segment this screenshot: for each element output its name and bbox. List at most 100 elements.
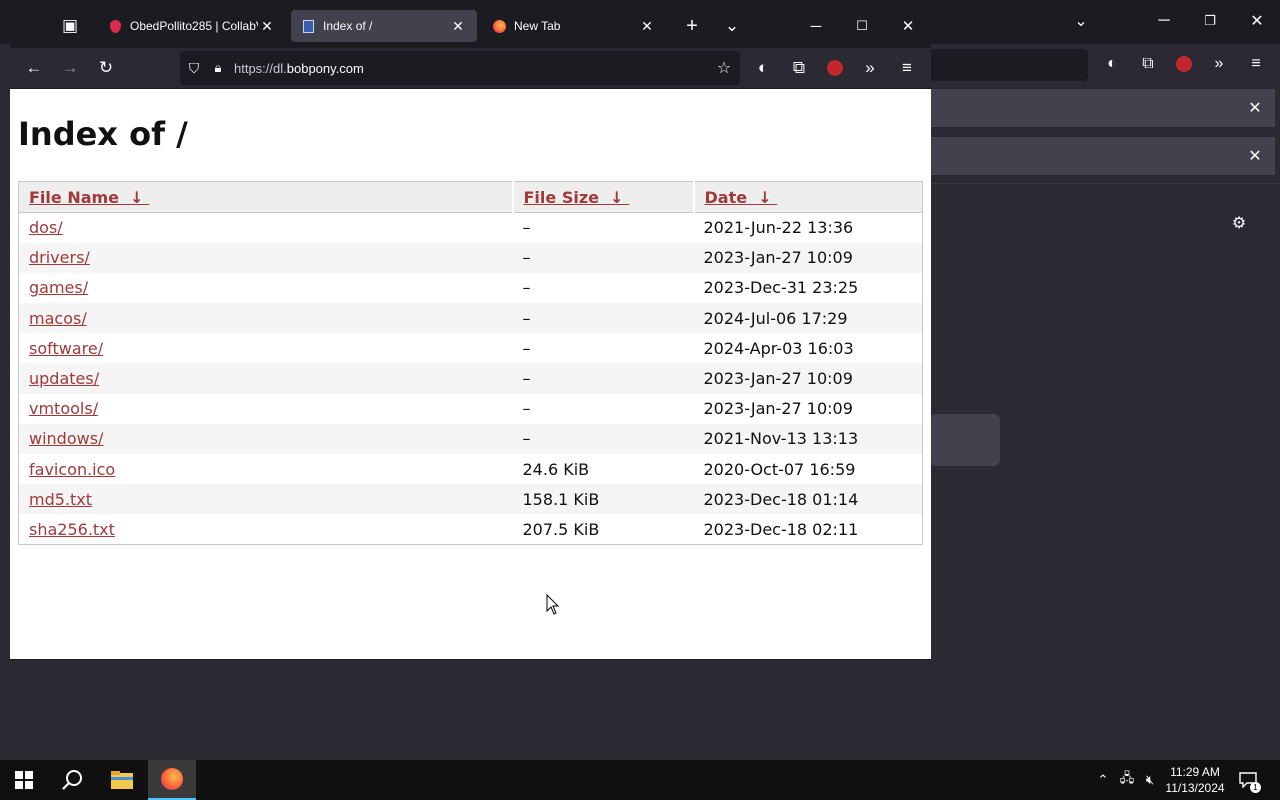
tab-title: New Tab (514, 19, 561, 33)
firefox-view-icon[interactable]: ▣ (54, 10, 86, 42)
shortcut-card[interactable] (930, 414, 1000, 466)
notification-count-badge: 1 (1250, 782, 1261, 793)
file-size-cell: – (522, 278, 531, 298)
background-url-bar[interactable] (930, 49, 1088, 81)
chevron-down-icon[interactable]: ⌄ (716, 10, 748, 42)
close-tab-icon[interactable]: ✕ (638, 18, 656, 35)
back-arrow-icon[interactable]: ← (18, 52, 50, 84)
bookmark-star-icon[interactable]: ☆ (708, 52, 740, 84)
forward-arrow-icon[interactable]: → (54, 52, 86, 84)
sort-by-name-link[interactable]: File Name ↓ (29, 188, 149, 207)
restore-icon[interactable]: ❐ (1196, 7, 1224, 35)
ublock-icon[interactable] (819, 52, 851, 84)
minimize-icon[interactable]: ─ (798, 10, 834, 42)
contrast-icon[interactable]: ◐ (1098, 50, 1126, 78)
menu-icon[interactable]: ≡ (891, 52, 923, 84)
close-icon[interactable]: ✕ (1241, 94, 1269, 122)
taskbar: ⌃ 🖧︎ 🔇︎ 11:29 AM 11/13/2024 1 (0, 760, 1280, 800)
url-prefix: https://dl. (234, 60, 287, 76)
column-label: File Size (523, 187, 600, 207)
table-row: md5.txt 158.1 KiB 2023-Dec-18 01:14 (18, 484, 923, 515)
file-date-cell: 2023-Jan-27 10:09 (693, 242, 923, 273)
close-icon[interactable]: ✕ (1243, 7, 1271, 35)
tab-strip: ▣ ObedPollito285 | CollabVM ✕ Index of /… (10, 4, 931, 46)
file-size-cell: – (512, 242, 694, 273)
sort-by-size-link[interactable]: File Size ↓ (524, 188, 630, 207)
column-date: Date ↓ (692, 181, 923, 213)
shield-icon[interactable]: ⛉ (180, 54, 208, 82)
url-text[interactable]: https://dl.bobpony.com (234, 61, 364, 76)
file-link[interactable]: software/ (29, 339, 103, 358)
file-link[interactable]: updates/ (29, 369, 99, 388)
file-link[interactable]: games/ (29, 278, 88, 297)
file-date-cell: 2021-Jun-22 13:36 (703, 218, 854, 238)
file-date-cell: 2023-Dec-31 23:25 (703, 278, 859, 298)
overflow-icon[interactable]: » (854, 52, 886, 84)
extensions-icon[interactable]: ⧉ (783, 52, 815, 84)
file-link[interactable]: windows/ (29, 429, 103, 448)
file-name-cell: dos/ (19, 213, 513, 243)
table-row: windows/ –2021-Nov-13 13:13 (18, 423, 923, 454)
tab-title: ObedPollito285 | CollabVM (130, 19, 258, 33)
file-link[interactable]: vmtools/ (29, 399, 98, 418)
tab-new-tab[interactable]: New Tab ✕ (482, 10, 666, 42)
firefox-taskbar-icon[interactable] (148, 760, 196, 800)
navigation-toolbar: ← → ↻ ⛉ 🔒︎ https://dl.bobpony.com ☆ ◐ ⧉ … (10, 48, 931, 88)
clock[interactable]: 11:29 AM 11/13/2024 (1160, 764, 1230, 796)
file-date-cell: 2023-Dec-18 02:11 (703, 519, 859, 539)
file-name-cell: updates/ (18, 363, 513, 394)
document-icon (301, 19, 315, 33)
start-windows-icon[interactable] (0, 760, 48, 800)
file-link[interactable]: favicon.ico (29, 460, 115, 479)
column-file-name: File Name ↓ (18, 181, 513, 213)
sort-arrow-icon: ↓ (610, 187, 624, 207)
file-listing-table: File Name ↓ File Size ↓ Date ↓ dos/–2021… (18, 181, 923, 546)
sort-by-date-link[interactable]: Date ↓ (705, 188, 778, 207)
file-size-cell: – (522, 399, 531, 419)
minimize-icon[interactable]: ─ (1150, 7, 1178, 35)
file-name-cell: software/ (19, 333, 513, 363)
clock-time: 11:29 AM (1170, 765, 1220, 779)
search-icon[interactable] (48, 760, 96, 800)
ublock-icon[interactable] (1170, 50, 1198, 78)
chevron-up-icon[interactable]: ⌃ (1093, 770, 1113, 790)
close-tab-icon[interactable]: ✕ (449, 18, 467, 35)
file-link[interactable]: drivers/ (29, 248, 90, 267)
volume-muted-icon[interactable]: 🔇︎ (1140, 770, 1160, 790)
tab-collabvm[interactable]: ObedPollito285 | CollabVM ✕ (98, 10, 286, 42)
new-tab-button[interactable]: + (676, 10, 708, 42)
file-name-cell: md5.txt (18, 484, 513, 515)
file-link[interactable]: macos/ (29, 309, 87, 328)
file-date-cell: 2023-Jan-27 10:09 (703, 399, 853, 419)
menu-icon[interactable]: ≡ (1242, 50, 1270, 78)
file-size-cell: – (512, 363, 694, 394)
overflow-icon[interactable]: » (1205, 50, 1233, 78)
reload-icon[interactable]: ↻ (90, 52, 122, 84)
file-link[interactable]: md5.txt (29, 490, 92, 509)
close-icon[interactable]: ✕ (890, 10, 926, 42)
file-date-cell: 2024-Jul-06 17:29 (693, 303, 923, 334)
column-label: File Name (29, 187, 120, 207)
file-explorer-icon[interactable] (98, 760, 146, 800)
gear-icon[interactable]: ⚙ (1225, 209, 1253, 237)
url-bar[interactable]: ⛉ 🔒︎ https://dl.bobpony.com ☆ (180, 51, 740, 85)
table-row: favicon.ico 24.6 KiB 2020-Oct-07 16:59 (19, 454, 923, 484)
notification-banner (930, 137, 1275, 175)
page-content: Index of / File Name ↓ File Size ↓ Date … (10, 89, 931, 659)
file-link[interactable]: dos/ (29, 218, 63, 237)
network-icon[interactable]: 🖧︎ (1117, 770, 1137, 790)
table-row: vmtools/ – 2023-Jan-27 10:09 (19, 394, 923, 424)
page-title: Index of / (18, 115, 188, 153)
file-date-cell: 2020-Oct-07 16:59 (703, 459, 856, 479)
contrast-icon[interactable]: ◐ (747, 52, 779, 84)
chevron-down-icon[interactable]: ⌄ (1067, 7, 1095, 35)
close-icon[interactable]: ✕ (1241, 142, 1269, 170)
tab-index[interactable]: Index of / ✕ (291, 10, 477, 42)
file-size-cell: – (522, 338, 531, 358)
tab-title: Index of / (323, 19, 373, 33)
close-tab-icon[interactable]: ✕ (258, 18, 276, 35)
file-link[interactable]: sha256.txt (29, 520, 115, 539)
extensions-icon[interactable]: ⧉ (1134, 50, 1162, 78)
maximize-icon[interactable]: ☐ (844, 10, 880, 42)
lock-icon[interactable]: 🔒︎ (208, 54, 228, 82)
